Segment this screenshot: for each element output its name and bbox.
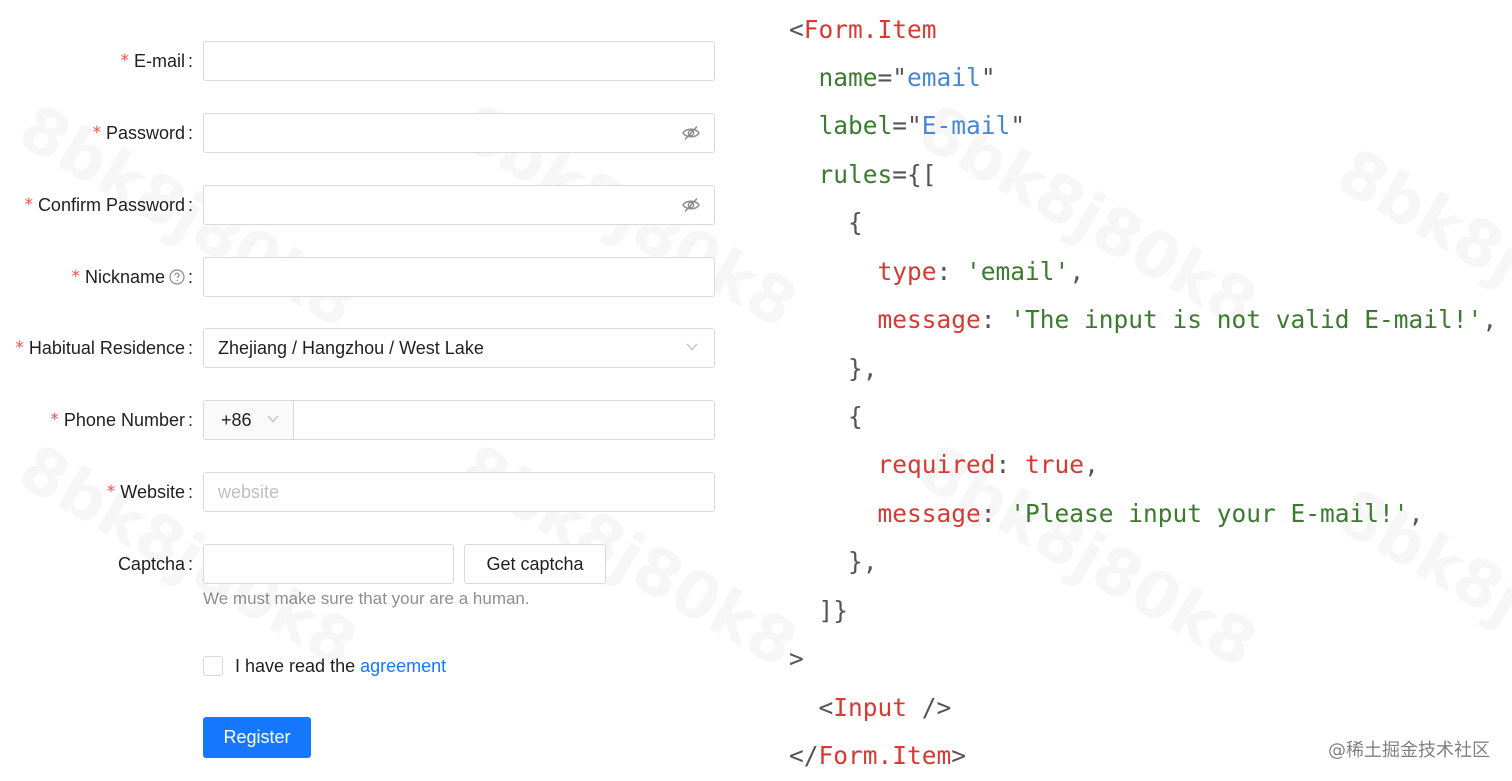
form-row-phone: * Phone Number : +86: [0, 400, 760, 442]
email-input[interactable]: [204, 42, 714, 80]
code-line: {: [789, 208, 863, 237]
code-line: name="email": [818, 63, 996, 92]
site-watermark: @稀土掘金技术社区: [1328, 740, 1490, 761]
form-row-email: * E-mail :: [0, 41, 760, 83]
code-line: },: [789, 547, 878, 576]
password-input[interactable]: [204, 114, 714, 152]
confirm-password-label: * Confirm Password :: [24, 185, 193, 225]
code-line: ]}: [789, 596, 849, 625]
code-line: </Form.Item>: [789, 741, 967, 770]
website-input[interactable]: [204, 473, 714, 511]
chevron-down-icon: [686, 343, 698, 351]
code-line: type: 'email',: [877, 257, 1085, 286]
form-row-password: * Password :: [0, 113, 760, 155]
nickname-input[interactable]: [204, 258, 714, 296]
code-line: message: 'The input is not valid E-mail!…: [877, 305, 1498, 334]
phone-prefix-select[interactable]: +86: [204, 401, 294, 439]
eye-invisible-icon[interactable]: [682, 197, 700, 213]
required-mark: *: [120, 51, 129, 71]
password-field[interactable]: [203, 113, 715, 153]
required-mark: *: [15, 338, 24, 358]
form-row-website: * Website :: [0, 472, 760, 514]
code-line: message: 'Please input your E-mail!',: [877, 499, 1424, 528]
phone-input[interactable]: [296, 401, 714, 439]
required-mark: *: [92, 123, 101, 143]
phone-label: * Phone Number :: [50, 400, 193, 440]
required-mark: *: [50, 410, 59, 430]
get-captcha-button[interactable]: Get captcha: [464, 544, 606, 584]
captcha-input[interactable]: [204, 545, 453, 583]
code-line: <Input />: [789, 693, 952, 722]
registration-form: * E-mail : * Password : * Confirm Passwo…: [0, 0, 760, 781]
form-row-nickname: * Nickname :: [0, 257, 760, 299]
email-field[interactable]: [203, 41, 715, 81]
website-field[interactable]: [203, 472, 715, 512]
nickname-field[interactable]: [203, 257, 715, 297]
captcha-help-text: We must make sure that your are a human.: [203, 589, 530, 608]
form-row-confirm-password: * Confirm Password :: [0, 185, 760, 227]
required-mark: *: [24, 195, 33, 215]
captcha-label: Captcha :: [117, 554, 193, 574]
eye-invisible-icon[interactable]: [682, 125, 700, 141]
chevron-down-icon: [267, 415, 279, 423]
residence-value: Zhejiang / Hangzhou / West Lake: [218, 338, 484, 358]
captcha-field[interactable]: [203, 544, 454, 584]
confirm-password-input[interactable]: [204, 186, 714, 224]
nickname-label: * Nickname :: [71, 257, 193, 297]
phone-field: +86: [203, 400, 715, 440]
residence-label: * Habitual Residence :: [15, 328, 193, 368]
confirm-password-field[interactable]: [203, 185, 715, 225]
form-row-residence: * Habitual Residence : Zhejiang / Hangzh…: [0, 328, 760, 370]
agreement-checkbox[interactable]: [203, 656, 223, 676]
required-mark: *: [106, 482, 116, 502]
code-line: required: true,: [877, 450, 1099, 479]
email-label: * E-mail :: [120, 41, 193, 81]
password-label: * Password :: [92, 113, 193, 153]
code-line: >: [789, 644, 804, 673]
agreement-text: I have read the: [235, 655, 356, 676]
required-mark: *: [71, 267, 80, 287]
agreement-link[interactable]: agreement: [360, 656, 446, 677]
code-line: <Form.Item: [789, 15, 937, 44]
form-row-captcha: Captcha : Get captcha We must make sure …: [0, 544, 760, 614]
website-label: * Website :: [107, 472, 193, 512]
code-line: },: [789, 354, 878, 383]
agreement-checkbox-row[interactable]: I have read the agreement: [203, 654, 446, 678]
code-line: rules={[: [818, 160, 937, 189]
code-line: {: [789, 402, 863, 431]
residence-cascader[interactable]: Zhejiang / Hangzhou / West Lake: [203, 328, 715, 368]
question-circle-icon[interactable]: [169, 269, 185, 285]
register-button[interactable]: Register: [203, 717, 311, 758]
code-line: label="E-mail": [818, 111, 1026, 140]
